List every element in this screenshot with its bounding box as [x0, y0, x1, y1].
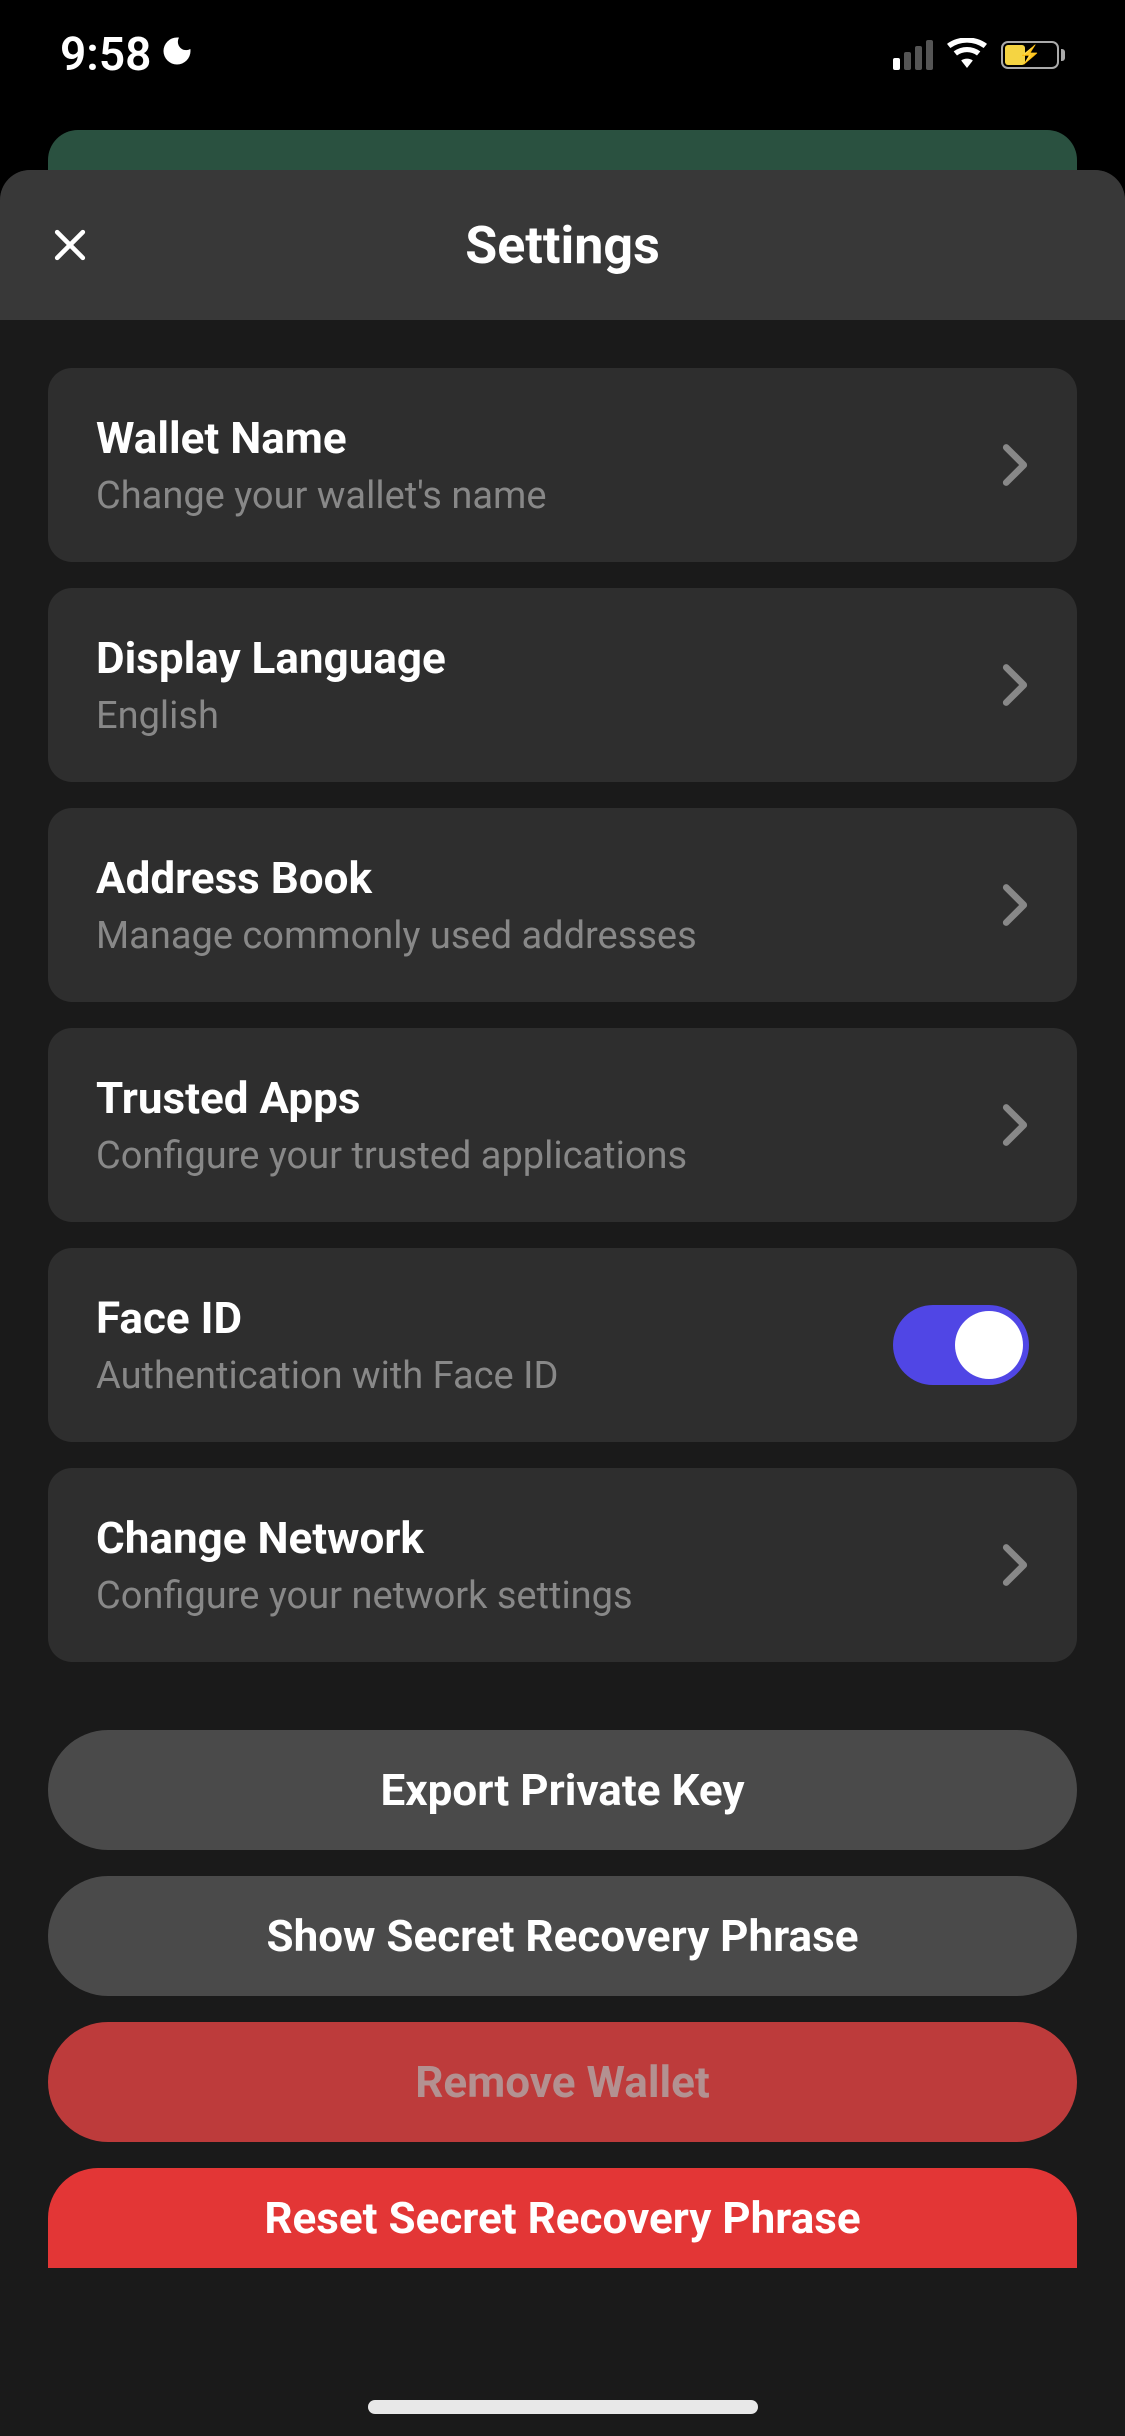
item-title: Wallet Name	[96, 412, 546, 464]
chevron-right-icon	[1001, 443, 1029, 487]
do-not-disturb-icon	[159, 32, 195, 79]
item-subtitle: Configure your trusted applications	[96, 1134, 687, 1178]
item-subtitle: English	[96, 694, 446, 738]
chevron-right-icon	[1001, 663, 1029, 707]
action-buttons: Export Private Key Show Secret Recovery …	[48, 1730, 1077, 2268]
settings-item-face-id: Face ID Authentication with Face ID	[48, 1248, 1077, 1442]
chevron-right-icon	[1001, 883, 1029, 927]
item-title: Face ID	[96, 1292, 558, 1344]
settings-modal: Settings Wallet Name Change your wallet'…	[0, 170, 1125, 2436]
item-title: Trusted Apps	[96, 1072, 687, 1124]
show-recovery-phrase-button[interactable]: Show Secret Recovery Phrase	[48, 1876, 1077, 1996]
chevron-right-icon	[1001, 1543, 1029, 1587]
status-left: 9:58	[60, 28, 195, 82]
page-title: Settings	[465, 215, 660, 276]
item-subtitle: Configure your network settings	[96, 1574, 633, 1618]
remove-wallet-button[interactable]: Remove Wallet	[48, 2022, 1077, 2142]
cellular-signal-icon	[893, 40, 933, 70]
settings-item-display-language[interactable]: Display Language English	[48, 588, 1077, 782]
battery-icon: ⚡	[1001, 41, 1065, 69]
item-subtitle: Manage commonly used addresses	[96, 914, 697, 958]
item-subtitle: Authentication with Face ID	[96, 1354, 558, 1398]
reset-recovery-phrase-button[interactable]: Reset Secret Recovery Phrase	[48, 2168, 1077, 2268]
status-right: ⚡	[893, 38, 1065, 72]
wifi-icon	[947, 38, 987, 72]
modal-body: Wallet Name Change your wallet's name Di…	[0, 320, 1125, 2268]
export-private-key-button[interactable]: Export Private Key	[48, 1730, 1077, 1850]
modal-header: Settings	[0, 170, 1125, 320]
settings-item-wallet-name[interactable]: Wallet Name Change your wallet's name	[48, 368, 1077, 562]
chevron-right-icon	[1001, 1103, 1029, 1147]
item-title: Display Language	[96, 632, 446, 684]
item-title: Change Network	[96, 1512, 633, 1564]
close-button[interactable]	[48, 223, 92, 267]
home-indicator[interactable]	[368, 2400, 758, 2414]
status-time: 9:58	[60, 28, 151, 82]
status-bar: 9:58 ⚡	[0, 0, 1125, 100]
item-subtitle: Change your wallet's name	[96, 474, 546, 518]
settings-item-address-book[interactable]: Address Book Manage commonly used addres…	[48, 808, 1077, 1002]
item-title: Address Book	[96, 852, 697, 904]
settings-item-trusted-apps[interactable]: Trusted Apps Configure your trusted appl…	[48, 1028, 1077, 1222]
face-id-toggle[interactable]	[893, 1305, 1029, 1385]
settings-list: Wallet Name Change your wallet's name Di…	[48, 368, 1077, 1662]
settings-item-change-network[interactable]: Change Network Configure your network se…	[48, 1468, 1077, 1662]
